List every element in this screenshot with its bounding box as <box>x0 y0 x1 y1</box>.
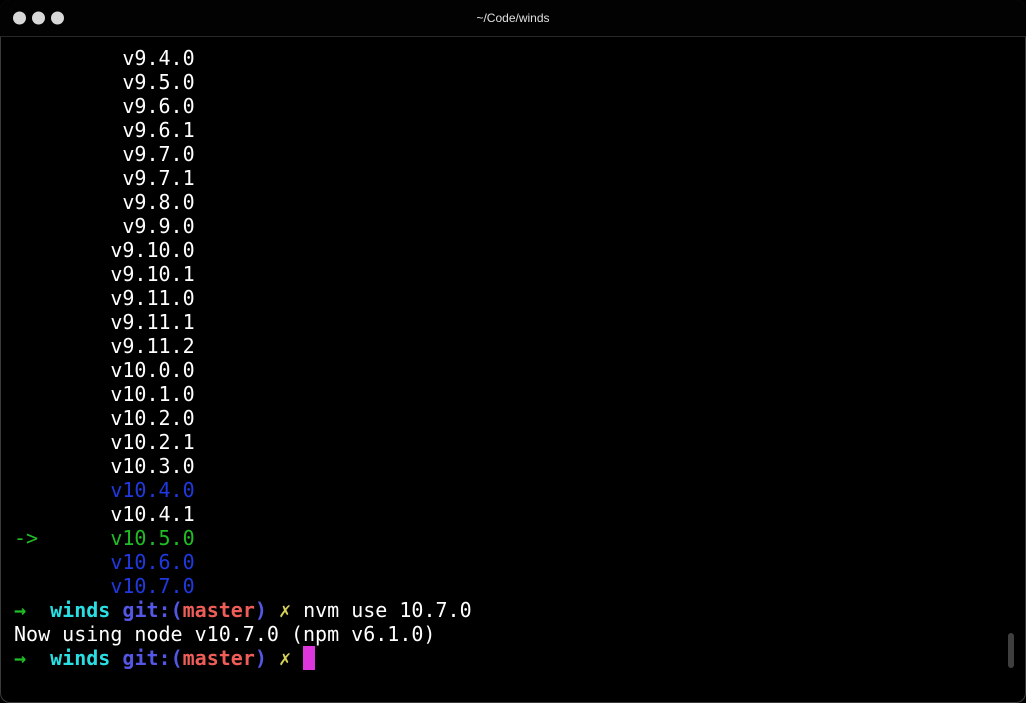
close-button[interactable] <box>13 11 26 25</box>
version-line: v10.3.0 <box>14 454 195 478</box>
output-line: Now using node v10.7.0 (npm v6.1.0) <box>14 622 436 646</box>
version-line: v9.11.2 <box>14 334 195 358</box>
version-line: v10.2.0 <box>14 406 195 430</box>
version-line: v9.5.0 <box>14 70 195 94</box>
version-line: v10.4.1 <box>14 502 195 526</box>
version-line: v9.10.0 <box>14 238 195 262</box>
prompt-line: → winds git:(master) ✗ nvm use 10.7.0 <box>14 598 472 622</box>
version-line: v9.6.1 <box>14 118 195 142</box>
version-line: v10.4.0 <box>14 478 195 502</box>
version-line: v9.7.0 <box>14 142 195 166</box>
version-line: v10.1.0 <box>14 382 195 406</box>
terminal-window: ~/Code/winds v9.4.0 v9.5.0 v9.6.0 v9.6.1… <box>0 0 1026 703</box>
version-line: v9.9.0 <box>14 214 195 238</box>
version-line: v9.11.0 <box>14 286 195 310</box>
terminal-cursor <box>303 646 316 670</box>
version-line: v10.7.0 <box>14 574 195 598</box>
terminal-content[interactable]: v9.4.0 v9.5.0 v9.6.0 v9.6.1 v9.7.0 v9.7.… <box>0 37 1026 679</box>
version-line: v9.6.0 <box>14 94 195 118</box>
traffic-lights <box>13 11 64 25</box>
version-line: v9.4.0 <box>14 46 195 70</box>
version-line: v10.6.0 <box>14 550 195 574</box>
titlebar[interactable]: ~/Code/winds <box>0 0 1026 37</box>
version-line: v10.2.1 <box>14 430 195 454</box>
scrollbar-thumb[interactable] <box>1008 633 1014 668</box>
window-title: ~/Code/winds <box>476 11 550 25</box>
version-line: v9.7.1 <box>14 166 195 190</box>
minimize-button[interactable] <box>32 11 45 25</box>
version-line: v9.10.1 <box>14 262 195 286</box>
zoom-button[interactable] <box>51 11 64 25</box>
prompt-line: → winds git:(master) ✗ <box>14 646 1012 670</box>
current-version-line: -> v10.5.0 <box>14 526 195 550</box>
version-line: v9.8.0 <box>14 190 195 214</box>
version-line: v10.0.0 <box>14 358 195 382</box>
version-line: v9.11.1 <box>14 310 195 334</box>
